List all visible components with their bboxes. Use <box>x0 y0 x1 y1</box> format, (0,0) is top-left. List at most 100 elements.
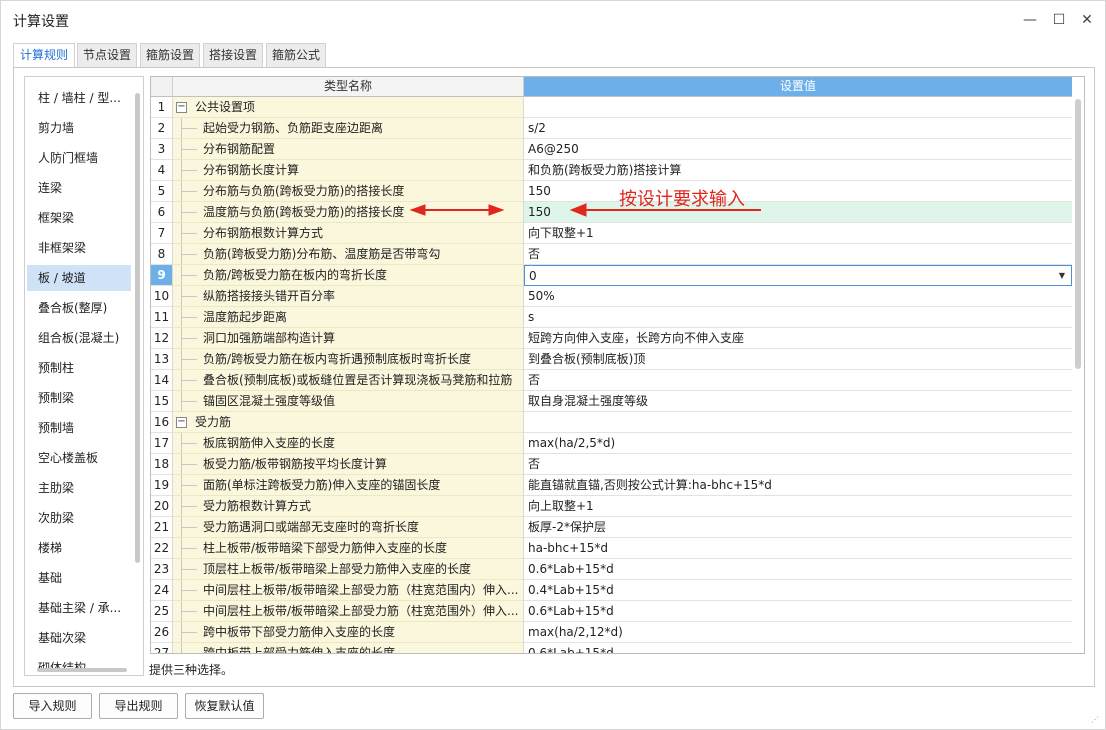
tab-node-settings[interactable]: 节点设置 <box>77 43 137 67</box>
import-rules-button[interactable]: 导入规则 <box>13 693 92 719</box>
sidebar-item-slab-ramp[interactable]: 板 / 坡道 <box>27 265 131 291</box>
setting-value-cell[interactable]: 向上取整+1 <box>524 496 1072 517</box>
table-row[interactable]: 22 柱上板带/板带暗梁下部受力筋伸入支座的长度 ha-bhc+15*d <box>151 538 1072 559</box>
sidebar-item-non-frame-beam[interactable]: 非框架梁 <box>27 235 131 261</box>
setting-value-cell[interactable]: 否 <box>524 454 1072 475</box>
setting-name-cell: 跨中板带上部受力筋伸入支座的长度 <box>173 643 524 653</box>
close-icon[interactable]: ✕ <box>1076 9 1098 31</box>
setting-value-cell[interactable]: 0.6*Lab+15*d <box>524 601 1072 622</box>
table-row[interactable]: 27 跨中板带上部受力筋伸入支座的长度 0.6*Lab+15*d <box>151 643 1072 653</box>
minimize-icon[interactable]: — <box>1019 9 1041 31</box>
maximize-icon[interactable]: ☐ <box>1048 9 1070 31</box>
setting-value-cell[interactable]: 0 ▼ <box>524 265 1072 286</box>
table-row[interactable]: 12 洞口加强筋端部构造计算 短跨方向伸入支座，长跨方向不伸入支座 <box>151 328 1072 349</box>
tree-branch <box>181 317 197 318</box>
table-row[interactable]: 17 板底钢筋伸入支座的长度 max(ha/2,5*d) <box>151 433 1072 454</box>
table-row[interactable]: 3 分布钢筋配置 A6@250 <box>151 139 1072 160</box>
sidebar-item-foundation-main-beam[interactable]: 基础主梁 / 承... <box>27 595 131 621</box>
table-row[interactable]: 23 顶层柱上板带/板带暗梁上部受力筋伸入支座的长度 0.6*Lab+15*d <box>151 559 1072 580</box>
tab-stirrup-settings[interactable]: 箍筋设置 <box>140 43 200 67</box>
setting-value-cell[interactable]: 板厚-2*保护层 <box>524 517 1072 538</box>
table-row[interactable]: 5 分布筋与负筋(跨板受力筋)的搭接长度 150 <box>151 181 1072 202</box>
table-row[interactable]: 26 跨中板带下部受力筋伸入支座的长度 max(ha/2,12*d) <box>151 622 1072 643</box>
tree-branch <box>181 611 197 612</box>
setting-value-cell[interactable]: 短跨方向伸入支座，长跨方向不伸入支座 <box>524 328 1072 349</box>
sidebar-item-frame-beam[interactable]: 框架梁 <box>27 205 131 231</box>
tree-branch <box>181 170 197 171</box>
setting-value-cell[interactable]: 取自身混凝土强度等级 <box>524 391 1072 412</box>
table-row[interactable]: 6 温度筋与负筋(跨板受力筋)的搭接长度 150 <box>151 202 1072 223</box>
setting-value-cell[interactable]: 能直锚就直锚,否则按公式计算:ha-bhc+15*d <box>524 475 1072 496</box>
sidebar-item-shear-wall[interactable]: 剪力墙 <box>27 115 131 141</box>
table-row[interactable]: 10 纵筋搭接接头错开百分率 50% <box>151 286 1072 307</box>
setting-name-cell: 分布钢筋根数计算方式 <box>173 223 524 244</box>
tab-lap-settings[interactable]: 搭接设置 <box>203 43 263 67</box>
table-row[interactable]: 24 中间层柱上板带/板带暗梁上部受力筋（柱宽范围内）伸入... 0.4*Lab+1… <box>151 580 1072 601</box>
table-row[interactable]: 25 中间层柱上板带/板带暗梁上部受力筋（柱宽范围外）伸入... 0.6*Lab+1… <box>151 601 1072 622</box>
setting-value-cell[interactable]: 否 <box>524 370 1072 391</box>
table-row[interactable]: 1− 公共设置项 <box>151 97 1072 118</box>
sidebar-item-hollow-floor-slab[interactable]: 空心楼盖板 <box>27 445 131 471</box>
table-row[interactable]: 16− 受力筋 <box>151 412 1072 433</box>
setting-value-cell[interactable]: 否 <box>524 244 1072 265</box>
tab-stirrup-formula[interactable]: 箍筋公式 <box>266 43 326 67</box>
setting-value-cell[interactable]: s <box>524 307 1072 328</box>
setting-value-cell[interactable]: 0.6*Lab+15*d <box>524 643 1072 653</box>
table-row[interactable]: 14 叠合板(预制底板)或板缝位置是否计算现浇板马凳筋和拉筋 否 <box>151 370 1072 391</box>
setting-value-cell[interactable]: 到叠合板(预制底板)顶 <box>524 349 1072 370</box>
restore-defaults-button[interactable]: 恢复默认值 <box>185 693 264 719</box>
table-row[interactable]: 21 受力筋遇洞口或端部无支座时的弯折长度 板厚-2*保护层 <box>151 517 1072 538</box>
sidebar-item-composite-slab-concrete[interactable]: 组合板(混凝土) <box>27 325 131 351</box>
table-row[interactable]: 8 负筋(跨板受力筋)分布筋、温度筋是否带弯勾 否 <box>151 244 1072 265</box>
sidebar-vertical-scrollbar[interactable] <box>135 93 140 563</box>
sidebar-item-stair[interactable]: 楼梯 <box>27 535 131 561</box>
setting-value-cell[interactable]: 0.4*Lab+15*d <box>524 580 1072 601</box>
table-row[interactable]: 15 锚固区混凝土强度等级值 取自身混凝土强度等级 <box>151 391 1072 412</box>
table-row[interactable]: 9 负筋/跨板受力筋在板内的弯折长度 0 ▼ <box>151 265 1072 286</box>
collapse-icon[interactable]: − <box>176 102 187 113</box>
sidebar-item-masonry[interactable]: 砌体结构 <box>27 655 131 669</box>
sidebar-horizontal-scrollbar[interactable] <box>37 668 127 672</box>
setting-value-cell[interactable] <box>524 412 1072 433</box>
sidebar-item-secondary-rib-beam[interactable]: 次肋梁 <box>27 505 131 531</box>
dropdown-arrow-icon[interactable]: ▼ <box>1059 266 1065 285</box>
sidebar-item-composite-slab-full[interactable]: 叠合板(整厚) <box>27 295 131 321</box>
sidebar-item-main-rib-beam[interactable]: 主肋梁 <box>27 475 131 501</box>
setting-value-cell[interactable]: A6@250 <box>524 139 1072 160</box>
export-rules-button[interactable]: 导出规则 <box>99 693 178 719</box>
resize-grip-icon[interactable]: ⋰ <box>1091 715 1101 725</box>
setting-value-cell[interactable]: 向下取整+1 <box>524 223 1072 244</box>
setting-name-cell: 分布钢筋配置 <box>173 139 524 160</box>
sidebar-item-foundation-secondary-beam[interactable]: 基础次梁 <box>27 625 131 651</box>
row-number: 13 <box>151 349 173 370</box>
table-row[interactable]: 7 分布钢筋根数计算方式 向下取整+1 <box>151 223 1072 244</box>
setting-value-cell[interactable]: 150 <box>524 181 1072 202</box>
tab-calc-rules[interactable]: 计算规则 <box>13 43 75 68</box>
table-row[interactable]: 13 负筋/跨板受力筋在板内弯折遇预制底板时弯折长度 到叠合板(预制底板)顶 <box>151 349 1072 370</box>
sidebar-item-precast-column[interactable]: 预制柱 <box>27 355 131 381</box>
sidebar-item-coupling-beam[interactable]: 连梁 <box>27 175 131 201</box>
table-row[interactable]: 11 温度筋起步距离 s <box>151 307 1072 328</box>
setting-value-cell[interactable]: max(ha/2,5*d) <box>524 433 1072 454</box>
setting-value-cell[interactable]: ha-bhc+15*d <box>524 538 1072 559</box>
calc-settings-dialog: 计算设置 — ☐ ✕ 计算规则 节点设置 箍筋设置 搭接设置 箍筋公式 柱 / … <box>0 0 1106 730</box>
collapse-icon[interactable]: − <box>176 417 187 428</box>
table-row[interactable]: 18 板受力筋/板带钢筋按平均长度计算 否 <box>151 454 1072 475</box>
sidebar-item-precast-beam[interactable]: 预制梁 <box>27 385 131 411</box>
sidebar-item-column[interactable]: 柱 / 墙柱 / 型... <box>27 85 131 111</box>
table-row[interactable]: 4 分布钢筋长度计算 和负筋(跨板受力筋)搭接计算 <box>151 160 1072 181</box>
setting-value-cell[interactable] <box>524 97 1072 118</box>
sidebar-item-civil-defense-frame-wall[interactable]: 人防门框墙 <box>27 145 131 171</box>
setting-value-cell[interactable]: 0.6*Lab+15*d <box>524 559 1072 580</box>
table-row[interactable]: 19 面筋(单标注跨板受力筋)伸入支座的锚固长度 能直锚就直锚,否则按公式计算:ha… <box>151 475 1072 496</box>
setting-value-cell[interactable]: 和负筋(跨板受力筋)搭接计算 <box>524 160 1072 181</box>
table-row[interactable]: 2 起始受力钢筋、负筋距支座边距离 s/2 <box>151 118 1072 139</box>
sidebar-item-foundation[interactable]: 基础 <box>27 565 131 591</box>
setting-value-cell[interactable]: 150 <box>524 202 1072 223</box>
table-row[interactable]: 20 受力筋根数计算方式 向上取整+1 <box>151 496 1072 517</box>
setting-value-cell[interactable]: max(ha/2,12*d) <box>524 622 1072 643</box>
setting-value-cell[interactable]: s/2 <box>524 118 1072 139</box>
sidebar-item-precast-wall[interactable]: 预制墙 <box>27 415 131 441</box>
grid-vertical-scrollbar[interactable] <box>1075 99 1081 369</box>
setting-value-cell[interactable]: 50% <box>524 286 1072 307</box>
